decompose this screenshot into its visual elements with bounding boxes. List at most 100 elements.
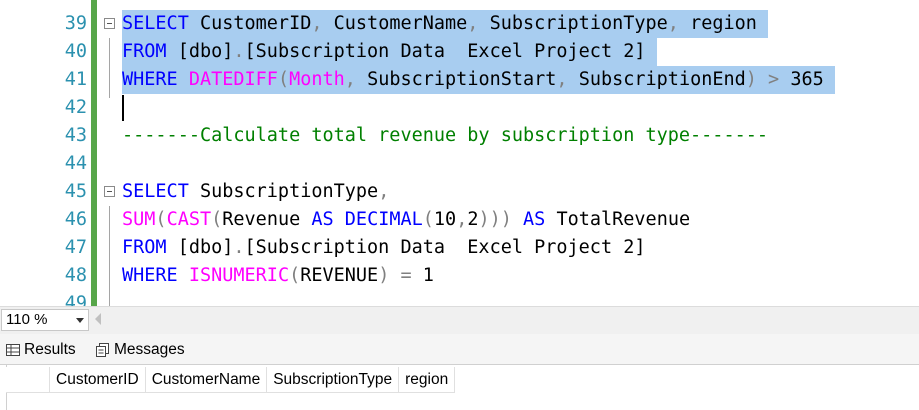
code-text: SUM(CAST(Revenue AS DECIMAL(10,2))) AS T… [122, 206, 690, 234]
tab-results-label: Results [24, 341, 76, 358]
line-number: 46 [64, 209, 87, 230]
code-text: SELECT CustomerID, CustomerName, Subscri… [122, 10, 769, 38]
code-token: ))) [478, 209, 512, 230]
code-line[interactable]: 48 WHERE ISNUMERIC(REVENUE) = 1 [0, 262, 919, 290]
code-token: Month [289, 69, 345, 90]
code-token: 10 [433, 209, 457, 230]
line-number: 45 [64, 181, 87, 202]
collapse-icon[interactable] [104, 186, 115, 197]
column-header[interactable]: SubscriptionType [267, 367, 400, 393]
zoom-dropdown[interactable]: 110 % [1, 309, 89, 331]
code-text: SELECT SubscriptionType, [122, 178, 389, 206]
code-token: [dbo] [166, 237, 234, 258]
code-token: [dbo] [166, 41, 234, 62]
results-grid[interactable]: CustomerID CustomerName SubscriptionType… [0, 364, 919, 410]
grid-header-row: CustomerID CustomerName SubscriptionType… [6, 367, 456, 393]
code-line[interactable]: 44 [0, 150, 919, 178]
code-line[interactable]: 45 SELECT SubscriptionType, [0, 178, 919, 206]
code-token: Revenue [222, 209, 312, 230]
code-text: WHERE DATEDIFF(Month, SubscriptionStart,… [122, 66, 835, 94]
code-token: 1 [422, 265, 434, 286]
code-token: WHERE [122, 265, 178, 286]
selection-padding [757, 13, 768, 34]
grid-corner-cell[interactable] [6, 367, 50, 393]
code-token: [Subscription Data Excel Project 2] [244, 237, 646, 258]
code-token: REVENUE [300, 265, 379, 286]
grid-icon [6, 343, 20, 356]
code-token: 365 [790, 69, 824, 90]
chevron-down-icon[interactable] [76, 318, 84, 323]
query-editor[interactable]: 39 SELECT CustomerID, CustomerName, Subsc… [0, 0, 919, 306]
code-token: AS [311, 209, 334, 230]
code-token: DATEDIFF [188, 69, 278, 90]
code-token: ) [745, 69, 757, 90]
code-token: = [389, 265, 423, 286]
code-token: ) [378, 265, 390, 286]
code-line[interactable]: 43 -------Calculate total revenue by subs… [0, 122, 919, 150]
code-token: ( [155, 209, 167, 230]
line-number: 49 [64, 293, 87, 306]
code-token: ( [211, 209, 223, 230]
code-line[interactable]: 41 WHERE DATEDIFF(Month, SubscriptionStar… [0, 66, 919, 94]
code-token: , [467, 13, 479, 34]
code-text: WHERE ISNUMERIC(REVENUE) = 1 [122, 262, 434, 290]
line-number: 48 [64, 265, 87, 286]
code-token: , [311, 13, 323, 34]
column-header[interactable]: region [399, 367, 456, 393]
tab-messages-label: Messages [114, 341, 185, 358]
line-number: 40 [64, 41, 87, 62]
code-token: SubscriptionType [188, 181, 379, 202]
code-token: . [233, 41, 245, 62]
code-line[interactable]: 46 SUM(CAST(Revenue AS DECIMAL(10,2))) AS… [0, 206, 919, 234]
tab-messages[interactable]: Messages [96, 337, 185, 363]
code-token: SELECT [122, 13, 189, 34]
line-number: 42 [64, 97, 87, 118]
code-line[interactable]: 47 FROM [dbo].[Subscription Data Excel Pr… [0, 234, 919, 262]
tab-results[interactable]: Results [6, 337, 76, 363]
text-caret [122, 95, 124, 121]
code-token: SELECT [122, 181, 189, 202]
code-token: SUM [122, 209, 156, 230]
code-token: DECIMAL [344, 209, 423, 230]
zoom-bar: 110 % [0, 306, 919, 334]
collapse-icon[interactable] [104, 18, 115, 29]
code-token: ( [277, 69, 290, 90]
code-token: FROM [122, 41, 167, 62]
code-text: -------Calculate total revenue by subscr… [122, 122, 768, 150]
scroll-left-icon[interactable] [95, 313, 101, 325]
selection-padding [824, 69, 835, 90]
code-token: , [556, 69, 568, 90]
code-token: CAST [166, 209, 212, 230]
code-token: region [678, 13, 757, 34]
code-token: . [233, 237, 245, 258]
code-token: [Subscription Data Excel Project 2] [244, 41, 646, 62]
code-token: CustomerID [188, 13, 312, 34]
code-line[interactable]: 49 [0, 290, 919, 306]
code-token: 2 [467, 209, 479, 230]
code-token: TotalRevenue [545, 209, 691, 230]
selection-padding [646, 41, 657, 62]
code-line[interactable]: 39 SELECT CustomerID, CustomerName, Subsc… [0, 10, 919, 38]
messages-icon [96, 342, 109, 357]
column-header[interactable]: CustomerName [145, 367, 268, 393]
code-token: SubscriptionType [478, 13, 668, 34]
code-line[interactable]: 42 [0, 94, 919, 122]
code-token: AS [523, 209, 546, 230]
code-token: , [378, 181, 390, 202]
code-token: > [756, 69, 791, 90]
code-text: FROM [dbo].[Subscription Data Excel Proj… [122, 38, 657, 66]
line-number: 41 [64, 69, 87, 90]
code-token: ( [289, 265, 301, 286]
line-number: 44 [64, 153, 87, 174]
code-token: SubscriptionStart [355, 69, 557, 90]
code-token: WHERE [122, 69, 178, 90]
code-token: ( [422, 209, 434, 230]
code-token: ISNUMERIC [188, 265, 290, 286]
results-tabs: Results Messages [0, 334, 919, 364]
code-line[interactable]: 40 FROM [dbo].[Subscription Data Excel Pr… [0, 38, 919, 66]
column-header[interactable]: CustomerID [50, 367, 146, 393]
